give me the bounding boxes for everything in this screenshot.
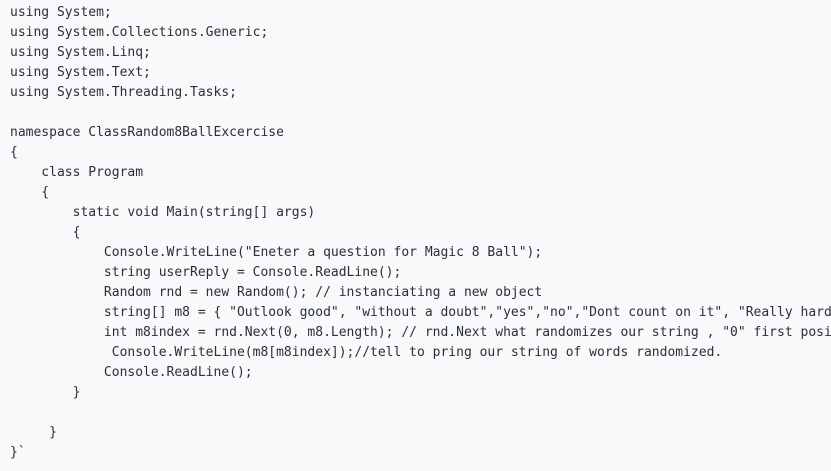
code-line: using System.Collections.Generic; xyxy=(10,25,269,40)
code-line: Console.ReadLine(); xyxy=(10,365,253,380)
code-line: Console.WriteLine("Eneter a question for… xyxy=(10,245,543,260)
code-line: using System; xyxy=(10,5,112,20)
code-line: Console.WriteLine(m8[m8index]);//tell to… xyxy=(10,345,723,360)
code-line: using System.Linq; xyxy=(10,45,151,60)
code-line: Random rnd = new Random(); // instanciat… xyxy=(10,285,543,300)
code-line: { xyxy=(10,185,50,200)
code-line: }` xyxy=(10,445,26,460)
code-line: string[] m8 = { "Outlook good", "without… xyxy=(10,305,831,320)
code-line: string userReply = Console.ReadLine(); xyxy=(10,265,402,280)
code-line: class Program xyxy=(10,165,144,180)
code-line: { xyxy=(10,225,81,240)
code-line: namespace ClassRandom8BallExcercise xyxy=(10,125,284,140)
code-line: using System.Threading.Tasks; xyxy=(10,85,237,100)
code-block: using System; using System.Collections.G… xyxy=(0,0,831,471)
code-line: int m8index = rnd.Next(0, m8.Length); //… xyxy=(10,325,831,340)
code-line: } xyxy=(10,385,81,400)
code-line: using System.Text; xyxy=(10,65,151,80)
code-line: static void Main(string[] args) xyxy=(10,205,316,220)
code-line: { xyxy=(10,145,18,160)
code-line: } xyxy=(10,425,57,440)
code-lines: using System; using System.Collections.G… xyxy=(10,3,831,463)
